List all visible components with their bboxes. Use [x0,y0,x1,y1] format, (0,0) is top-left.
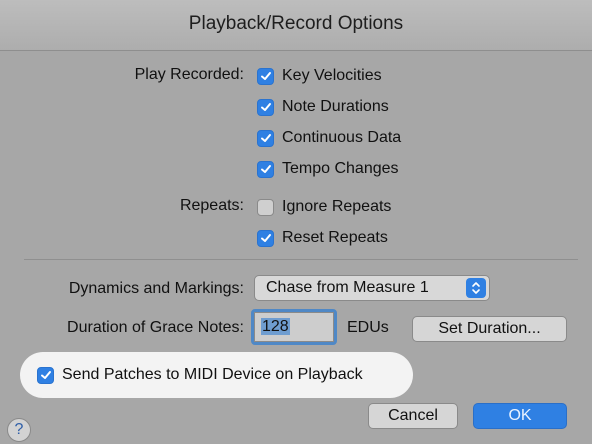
edus-unit-label: EDUs [347,319,389,336]
dynamics-popup[interactable]: Chase from Measure 1 [254,275,490,301]
cancel-button[interactable]: Cancel [368,403,458,429]
send-patches-label: Send Patches to MIDI Device on Playback [62,366,363,383]
section-divider [24,259,578,260]
checkbox-unchecked-icon [257,198,274,216]
note-durations-label: Note Durations [282,98,389,115]
help-button[interactable]: ? [7,418,31,442]
dynamics-popup-value: Chase from Measure 1 [266,279,429,296]
checkbox-checked-icon [37,366,54,384]
up-down-chevron-icon [466,278,486,298]
ignore-repeats-label: Ignore Repeats [282,198,392,215]
checkbox-checked-icon [257,98,274,116]
note-durations-checkbox[interactable]: Note Durations [257,96,389,118]
play-recorded-label: Play Recorded: [134,66,244,83]
checkbox-checked-icon [257,129,274,147]
checkbox-checked-icon [257,67,274,85]
send-patches-checkbox[interactable]: Send Patches to MIDI Device on Playback [37,364,363,386]
reset-repeats-checkbox[interactable]: Reset Repeats [257,227,388,249]
continuous-data-label: Continuous Data [282,129,402,146]
tempo-changes-label: Tempo Changes [282,160,399,177]
grace-duration-selected-text: 128 [261,318,290,335]
grace-notes-label: Duration of Grace Notes: [67,319,244,336]
tempo-changes-checkbox[interactable]: Tempo Changes [257,158,399,180]
dynamics-label: Dynamics and Markings: [68,280,244,297]
grace-duration-input[interactable]: 128 [254,312,334,342]
ok-button[interactable]: OK [473,403,567,429]
ignore-repeats-checkbox[interactable]: Ignore Repeats [257,196,391,218]
continuous-data-checkbox[interactable]: Continuous Data [257,127,401,149]
title-bar: Playback/Record Options [0,0,592,51]
grace-duration-value: 128 [261,318,290,336]
set-duration-button[interactable]: Set Duration... [412,316,567,342]
checkbox-checked-icon [257,229,274,247]
repeats-label: Repeats: [179,197,244,214]
key-velocities-checkbox[interactable]: Key Velocities [257,65,382,87]
key-velocities-label: Key Velocities [282,67,382,84]
reset-repeats-label: Reset Repeats [282,229,388,246]
dialog-title: Playback/Record Options [188,13,404,34]
checkbox-checked-icon [257,160,274,178]
playback-record-options-dialog: Playback/Record Options Play Recorded: K… [0,0,592,444]
